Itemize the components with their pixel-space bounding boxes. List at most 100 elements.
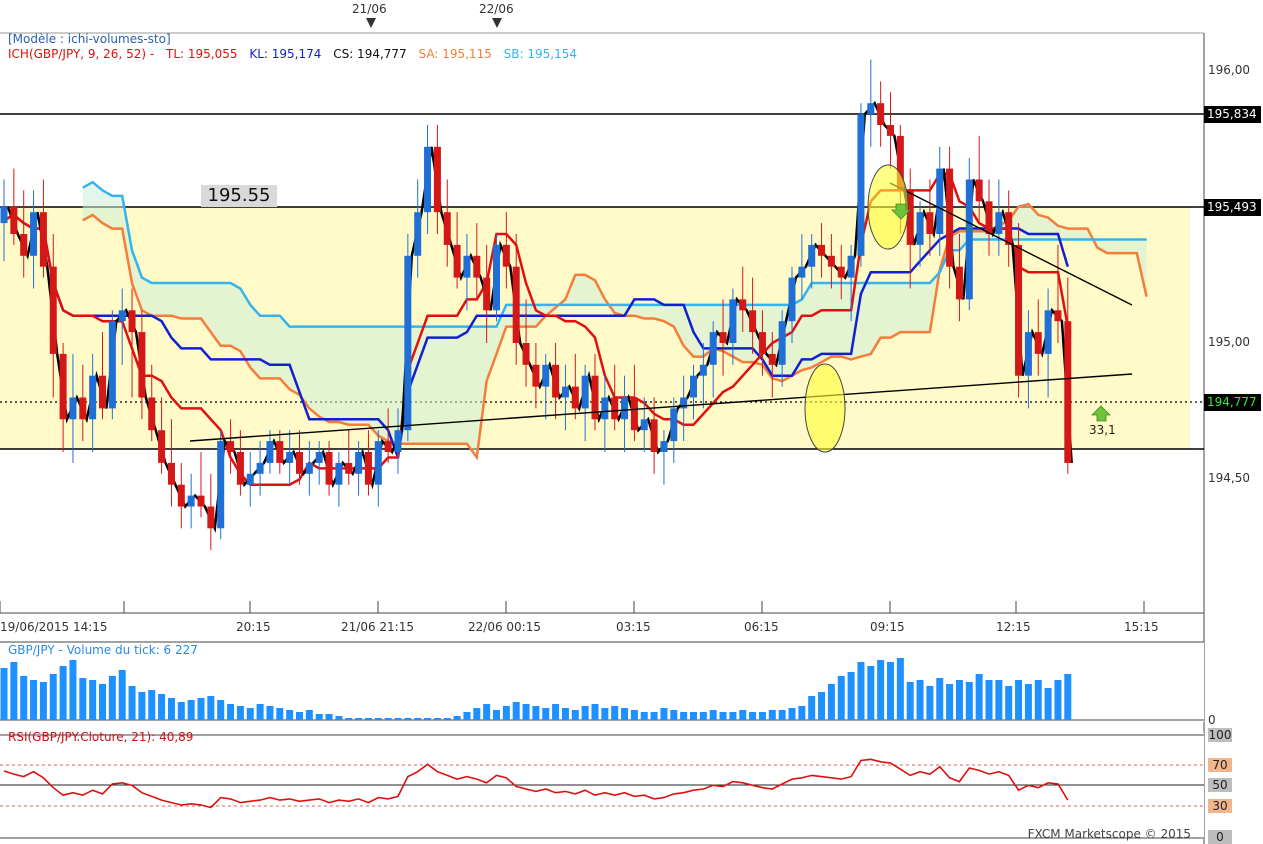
- volume-bar: [571, 710, 579, 720]
- x-tick-label: 21/06 21:15: [341, 620, 414, 634]
- candle-body: [768, 353, 776, 365]
- candle-body: [236, 452, 244, 485]
- price-tag-zone-top: 195,493: [1204, 199, 1261, 216]
- volume-bar: [99, 684, 106, 720]
- rsi-tag-30: 30: [1208, 799, 1232, 813]
- candle-body: [749, 310, 757, 333]
- volume-bar: [177, 702, 185, 720]
- volume-bar: [818, 692, 826, 720]
- volume-bar: [591, 704, 599, 720]
- volume-bar: [473, 708, 481, 720]
- volume-bar: [837, 676, 845, 720]
- volume-bar: [246, 708, 254, 720]
- volume-bar: [926, 686, 934, 720]
- volume-axis-zero: 0: [1208, 713, 1216, 727]
- volume-bar: [305, 710, 313, 720]
- volume-bar: [335, 716, 343, 720]
- date-marker-triangle-2106: [366, 18, 376, 28]
- candle-body: [138, 332, 146, 398]
- senkou-b-value: SB: 195,154: [503, 47, 578, 61]
- volume-bar: [20, 676, 28, 720]
- x-tick-label: 06:15: [744, 620, 779, 634]
- candle-body: [995, 212, 1003, 234]
- candle-body: [364, 452, 372, 485]
- volume-bar: [394, 718, 402, 720]
- candle-body: [670, 408, 678, 442]
- candle-body: [827, 255, 835, 267]
- candle-body: [650, 419, 658, 452]
- volume-bar: [857, 662, 865, 720]
- candle-body: [621, 397, 629, 420]
- rsi-tag-70: 70: [1208, 758, 1232, 772]
- candle-body: [118, 310, 126, 322]
- candle-body: [926, 212, 934, 234]
- volume-bar: [768, 710, 776, 720]
- candle-body: [571, 386, 579, 409]
- candle-body: [877, 103, 885, 125]
- volume-bar: [827, 684, 835, 720]
- candle-body: [374, 441, 382, 485]
- candle-body: [148, 397, 156, 431]
- candle-body: [197, 495, 205, 507]
- candle-body: [512, 266, 520, 343]
- candle-body: [758, 332, 766, 354]
- volume-bar: [266, 706, 274, 720]
- date-marker-2206: 22/06: [479, 2, 514, 16]
- watermark: FXCM Marketscope © 2015: [1027, 827, 1191, 841]
- candle-body: [79, 397, 87, 420]
- y-tick-1945: 194,50: [1208, 471, 1250, 485]
- volume-bar: [424, 718, 432, 720]
- x-tick-label: 22/06 00:15: [468, 620, 541, 634]
- candle-body: [246, 473, 254, 485]
- candle-body: [916, 212, 924, 245]
- volume-panel-label: GBP/JPY - Volume du tick: 6 227: [8, 643, 198, 657]
- candle-body: [690, 375, 697, 398]
- volume-bar: [965, 682, 973, 720]
- volume-bar: [414, 718, 422, 720]
- candle-body: [473, 255, 481, 278]
- candle-body: [581, 375, 589, 409]
- volume-bar: [463, 712, 471, 720]
- candle-body: [975, 179, 983, 202]
- candle-body: [59, 353, 67, 420]
- candle-body: [394, 430, 402, 452]
- candle-body: [630, 397, 638, 431]
- candle-body: [719, 332, 727, 343]
- date-marker-2106: 21/06: [352, 2, 387, 16]
- candle-body: [266, 441, 274, 463]
- volume-bar: [788, 708, 796, 720]
- volume-bar: [433, 718, 441, 720]
- candle-body: [739, 299, 747, 311]
- candle-body: [857, 114, 865, 256]
- candle-body: [99, 375, 106, 409]
- y-tick-195: 195,00: [1208, 335, 1250, 349]
- chart-canvas: [0, 18, 1205, 844]
- volume-bar: [630, 710, 638, 720]
- volume-bar: [39, 682, 47, 720]
- x-tick-label: 09:15: [870, 620, 905, 634]
- volume-bar: [108, 676, 116, 720]
- volume-bar: [512, 702, 520, 720]
- candle-body: [552, 364, 560, 398]
- candle-body: [936, 168, 944, 234]
- volume-bar: [887, 662, 894, 720]
- x-tick-label: 19/06/2015 14:15: [0, 620, 108, 634]
- candle-body: [453, 244, 461, 278]
- candle-body: [1015, 244, 1023, 376]
- candle-body: [128, 310, 136, 333]
- candle-body: [345, 462, 353, 474]
- volume-bar: [946, 684, 954, 720]
- volume-bar: [680, 712, 688, 720]
- candle-body: [187, 495, 195, 507]
- volume-bar: [877, 660, 885, 720]
- volume-bar: [660, 708, 668, 720]
- rsi-panel-label: RSI(GBP/JPY.Cloture, 21): 40,89: [8, 730, 194, 744]
- candle-body: [49, 266, 57, 354]
- candle-body: [325, 452, 333, 485]
- volume-bar: [502, 706, 510, 720]
- candle-body: [424, 146, 432, 213]
- y-tick-196: 196,00: [1208, 63, 1250, 77]
- candle-body: [965, 179, 973, 300]
- candle-body: [315, 452, 323, 463]
- volume-bar: [128, 686, 136, 720]
